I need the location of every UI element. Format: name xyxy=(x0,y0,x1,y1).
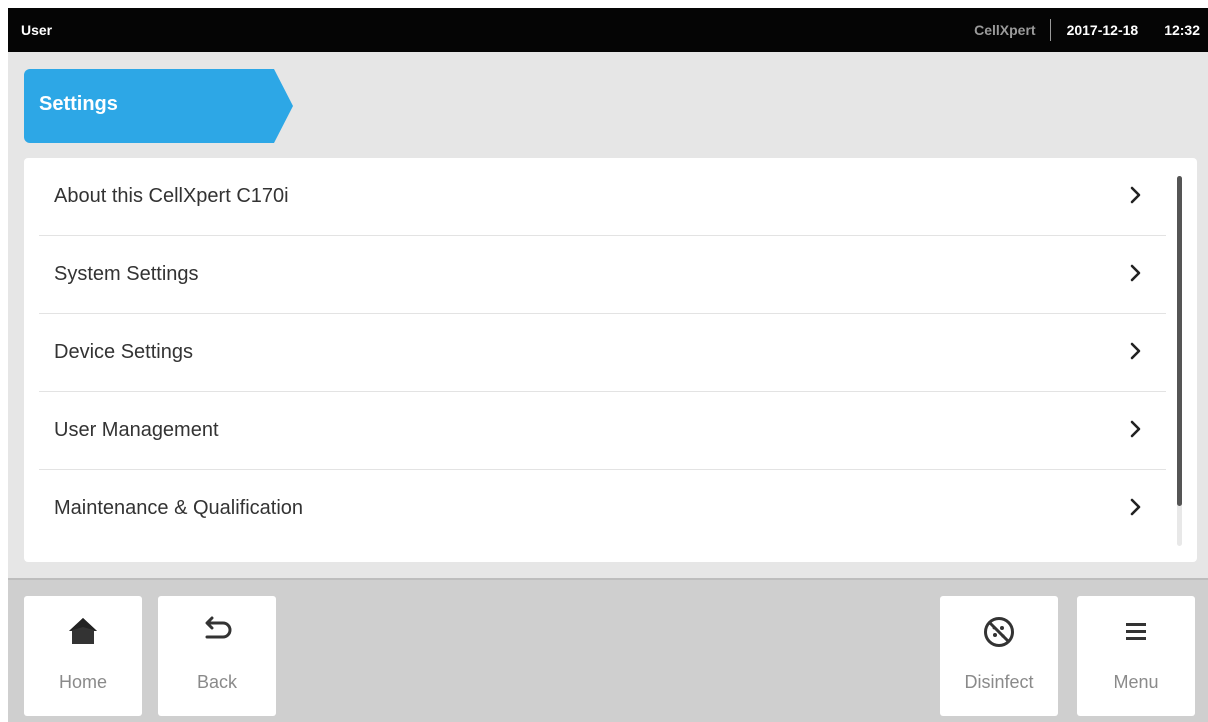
hamburger-menu-icon xyxy=(1126,623,1146,640)
menu-button[interactable]: Menu xyxy=(1077,596,1195,716)
bottom-nav-bar: Home Back Disinfect Menu xyxy=(8,578,1208,722)
status-bar: User CellXpert 2017-12-18 12:32 xyxy=(8,8,1208,52)
back-button[interactable]: Back xyxy=(158,596,276,716)
home-button-label: Home xyxy=(58,672,107,692)
disinfect-button[interactable]: Disinfect xyxy=(940,596,1058,716)
list-item-label: Device Settings xyxy=(54,341,193,363)
settings-list-panel: About this CellXpert C170i System Settin… xyxy=(24,158,1197,562)
disinfect-icon xyxy=(984,617,1014,647)
list-item-about[interactable]: About this CellXpert C170i xyxy=(39,158,1166,236)
chevron-right-icon xyxy=(1130,498,1141,516)
chevron-right-icon xyxy=(1130,342,1141,360)
scrollbar-thumb[interactable] xyxy=(1177,176,1182,506)
menu-button-label: Menu xyxy=(1113,672,1159,692)
breadcrumb-settings[interactable]: Settings xyxy=(24,69,293,143)
list-item-label: About this CellXpert C170i xyxy=(54,185,289,207)
list-item-system-settings[interactable]: System Settings xyxy=(39,236,1166,314)
current-user: User xyxy=(21,22,53,38)
list-item-user-management[interactable]: User Management xyxy=(39,392,1166,470)
status-date: 2017-12-18 xyxy=(1066,22,1139,38)
status-bar-right: CellXpert 2017-12-18 12:32 xyxy=(974,8,1200,52)
device-screen: User CellXpert 2017-12-18 12:32 Settings… xyxy=(8,8,1208,722)
list-item-label: Maintenance & Qualification xyxy=(54,497,304,519)
scrollbar[interactable] xyxy=(1177,176,1182,546)
chevron-right-icon xyxy=(1130,264,1141,282)
list-item-device-settings[interactable]: Device Settings xyxy=(39,314,1166,392)
chevron-right-icon xyxy=(1130,420,1141,438)
chevron-right-icon xyxy=(1130,186,1141,204)
list-item-label: System Settings xyxy=(54,263,199,285)
settings-list: About this CellXpert C170i System Settin… xyxy=(39,158,1166,547)
breadcrumb-label: Settings xyxy=(39,93,118,115)
back-button-label: Back xyxy=(196,672,238,692)
status-time: 12:32 xyxy=(1164,22,1200,38)
disinfect-button-label: Disinfect xyxy=(964,672,1034,692)
status-divider xyxy=(1049,19,1051,41)
back-arrow-icon xyxy=(205,616,232,639)
list-item-label: User Management xyxy=(54,419,219,441)
home-button[interactable]: Home xyxy=(24,596,142,716)
device-name: CellXpert xyxy=(974,22,1036,38)
home-icon xyxy=(69,618,97,644)
list-item-maintenance[interactable]: Maintenance & Qualification xyxy=(39,470,1166,547)
